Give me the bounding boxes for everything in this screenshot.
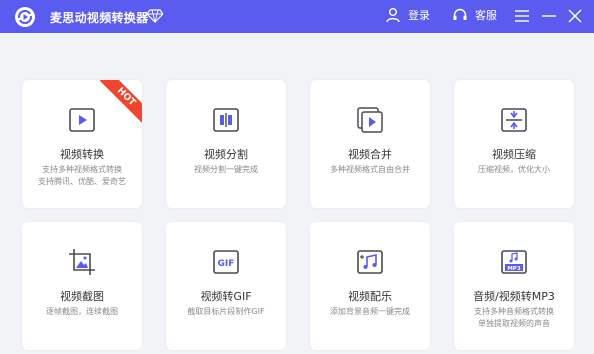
music-note-icon xyxy=(357,250,383,274)
card-title: 视频压缩 xyxy=(492,148,536,161)
app-title: 麦思动视频转换器 xyxy=(50,11,149,25)
video-convert-icon xyxy=(69,108,95,132)
hot-badge: HOT xyxy=(99,80,142,124)
card-desc: 支持多种视频格式转换 支持腾讯、优酷、爱奇艺 xyxy=(38,165,126,186)
menu-icon[interactable] xyxy=(512,6,532,26)
close-icon[interactable] xyxy=(565,6,585,26)
video-screenshot-icon xyxy=(69,249,95,275)
video-split-icon xyxy=(213,108,239,132)
login-button[interactable]: 登录 xyxy=(385,7,430,23)
login-label: 登录 xyxy=(408,9,430,22)
app-logo-icon xyxy=(15,7,35,27)
card-desc: 视频分割一键完成 xyxy=(194,165,258,174)
card-video-merge[interactable]: 视频合并 多种视频格式自由合并 xyxy=(310,80,430,208)
card-title: 视频转GIF xyxy=(200,290,252,303)
card-desc: 支持多种音频格式转换 单独提取视频的声音 xyxy=(474,307,554,328)
svg-text:MP3: MP3 xyxy=(507,266,521,272)
video-compress-icon xyxy=(501,108,527,132)
card-video-compress[interactable]: 视频压缩 压缩视频，优化大小 xyxy=(454,80,574,208)
diamond-icon[interactable] xyxy=(147,9,163,23)
card-video-music[interactable]: 视频配乐 添加背景音频一键完成 xyxy=(310,222,430,350)
card-video-split[interactable]: 视频分割 视频分割一键完成 xyxy=(166,80,286,208)
card-video-convert[interactable]: HOT 视频转换 支持多种视频格式转换 支持腾讯、优酷、爱奇艺 xyxy=(22,80,142,208)
card-desc: 截取目标片段制作GIF xyxy=(187,307,265,316)
video-merge-icon xyxy=(357,107,383,133)
card-title: 视频配乐 xyxy=(348,290,392,303)
card-video-screenshot[interactable]: 视频截图 逐帧截图，连续截图 xyxy=(22,222,142,350)
customer-service-button[interactable]: 客服 xyxy=(452,7,497,23)
card-desc: 逐帧截图，连续截图 xyxy=(46,307,118,316)
user-icon xyxy=(386,8,400,23)
card-title: 视频转换 xyxy=(60,148,104,161)
card-video-to-gif[interactable]: GIF 视频转GIF 截取目标片段制作GIF xyxy=(166,222,286,350)
card-to-mp3[interactable]: MP3 音频/视频转MP3 支持多种音频格式转换 单独提取视频的声音 xyxy=(454,222,574,350)
card-title: 音频/视频转MP3 xyxy=(473,290,555,303)
card-desc: 添加背景音频一键完成 xyxy=(330,307,410,316)
mp3-icon: MP3 xyxy=(501,250,527,274)
card-title: 视频合并 xyxy=(348,148,392,161)
minimize-icon[interactable] xyxy=(539,6,559,26)
service-label: 客服 xyxy=(475,9,497,22)
card-desc: 多种视频格式自由合并 xyxy=(330,165,410,174)
gif-icon: GIF xyxy=(213,250,239,274)
card-desc: 压缩视频，优化大小 xyxy=(478,165,550,174)
card-title: 视频截图 xyxy=(60,290,104,303)
headset-icon xyxy=(453,8,467,20)
svg-text:GIF: GIF xyxy=(218,259,235,269)
title-bar: 麦思动视频转换器 登录 客服 xyxy=(0,0,594,33)
card-title: 视频分割 xyxy=(204,148,248,161)
